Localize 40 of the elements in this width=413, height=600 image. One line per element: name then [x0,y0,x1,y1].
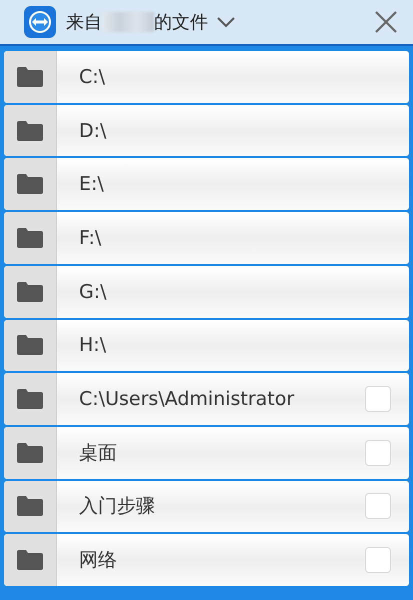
folder-name: E:\ [79,173,105,196]
folder-row[interactable]: C:\Users\Administrator [4,373,409,425]
folder-name: 桌面 [79,440,118,466]
folder-icon [17,228,43,248]
folder-icon [17,66,43,87]
checkbox[interactable] [365,440,391,466]
close-button[interactable] [373,9,399,35]
folder-icon [17,174,43,194]
folder-name: C:\Users\Administrator [79,388,296,410]
checkbox[interactable] [365,493,391,520]
window-title: 的文件 [154,11,208,34]
folder-icon [17,550,43,570]
folder-row[interactable]: 桌面 [4,426,409,479]
folder-name: G:\ [79,280,108,303]
folder-icon [17,335,43,356]
folder-icon [17,282,43,302]
folder-row[interactable]: F:\ [4,212,409,264]
app-logo-icon [22,4,58,40]
folder-row[interactable]: H:\ [4,320,409,372]
redacted-name [102,12,154,32]
folder-row[interactable]: C:\ [4,51,409,103]
folder-name: C:\ [79,66,106,88]
folder-row[interactable]: G:\ [4,266,409,318]
folder-name: F:\ [79,226,102,249]
folder-name: H:\ [79,334,108,356]
folder-name: 入门步骤 [79,494,156,520]
folder-row[interactable]: E:\ [4,158,409,210]
folder-row[interactable]: D:\ [4,104,409,156]
window-title: 来自 [66,11,102,34]
folder-icon [17,442,43,463]
folder-name: D:\ [79,120,108,142]
chevron-down-icon[interactable] [216,16,236,28]
folder-icon [17,496,43,516]
folder-icon [17,389,43,410]
checkbox[interactable] [365,386,391,412]
checkbox[interactable] [365,547,391,574]
folder-row[interactable]: 入门步骤 [4,480,409,532]
folder-name: 网络 [79,548,118,574]
folder-row[interactable]: 网络 [4,534,409,586]
folder-icon [17,120,43,141]
